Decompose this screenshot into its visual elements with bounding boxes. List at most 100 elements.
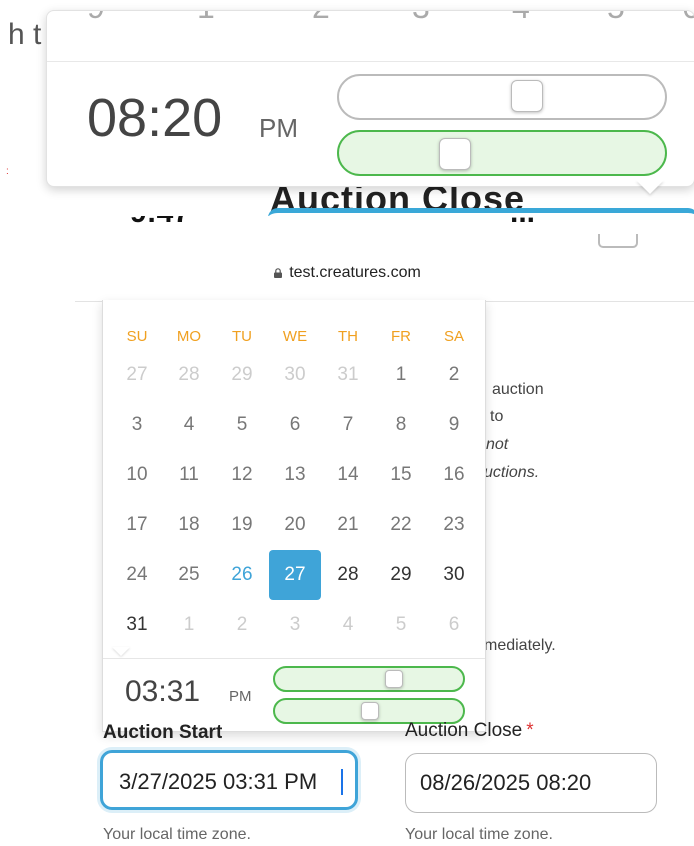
mobile-browser-screen: 9:47 ... test.creatures.com auction to n… bbox=[0, 216, 694, 846]
day-cell[interactable]: 28 bbox=[329, 550, 367, 600]
auction-close-label-wrap: Auction Close * bbox=[405, 720, 534, 746]
partial-day-cell: 9 bbox=[87, 11, 105, 26]
partial-day-cell: 4 bbox=[512, 11, 530, 26]
day-cell[interactable]: 27 bbox=[269, 550, 321, 600]
day-cell[interactable]: 5 bbox=[223, 400, 261, 450]
battery-icon bbox=[598, 234, 638, 248]
popup-divider bbox=[103, 658, 485, 659]
minute-slider-thumb[interactable] bbox=[439, 138, 471, 170]
day-cell[interactable]: 4 bbox=[170, 400, 208, 450]
day-cell[interactable]: 9 bbox=[435, 400, 473, 450]
day-cell[interactable]: 23 bbox=[435, 500, 473, 550]
day-cell[interactable]: 3 bbox=[276, 600, 314, 650]
day-cell[interactable]: 22 bbox=[382, 500, 420, 550]
auction-start-label: Auction Start bbox=[103, 722, 223, 738]
weekday-mo: MO bbox=[176, 328, 202, 345]
description-fragment: not bbox=[486, 436, 509, 453]
popup-arrow bbox=[112, 647, 130, 656]
weekday-sa: SA bbox=[443, 328, 464, 345]
day-cell[interactable]: 26 bbox=[223, 550, 261, 600]
time-picker-popup-zoomed: 9 1 2 3 4 5 6 08:20 PM bbox=[46, 10, 694, 187]
weekday-header: SU MO TU WE TH FR SA bbox=[111, 328, 479, 348]
description-fragment: mediately. bbox=[484, 637, 556, 654]
day-cell[interactable]: 28 bbox=[170, 350, 208, 400]
partial-day-cell: 6 bbox=[682, 11, 694, 26]
text-caret bbox=[341, 769, 343, 795]
day-cell[interactable]: 19 bbox=[223, 500, 261, 550]
auction-close-input[interactable]: 08/26/2025 08:20 bbox=[405, 753, 657, 813]
auction-start-value: 3/27/2025 03:31 PM bbox=[119, 769, 318, 794]
day-cell[interactable]: 30 bbox=[276, 350, 314, 400]
popup-arrow bbox=[636, 180, 664, 194]
day-cell[interactable]: 29 bbox=[223, 350, 261, 400]
day-cell[interactable]: 1 bbox=[170, 600, 208, 650]
partial-day-cell: 2 bbox=[312, 11, 330, 26]
description-fragment: auction bbox=[492, 381, 544, 398]
weekday-tu: TU bbox=[232, 328, 252, 345]
weekday-su: SU bbox=[126, 328, 148, 345]
weekday-th: TH bbox=[338, 328, 358, 345]
url-text: test.creatures.com bbox=[289, 264, 421, 281]
status-signal-icon: ... bbox=[510, 216, 535, 230]
day-cell[interactable]: 5 bbox=[382, 600, 420, 650]
close-timezone-hint: Your local time zone. bbox=[405, 826, 553, 843]
description-fragment: uctions. bbox=[484, 464, 540, 481]
day-cell[interactable]: 8 bbox=[382, 400, 420, 450]
day-cell[interactable]: 6 bbox=[276, 400, 314, 450]
lock-icon bbox=[274, 268, 283, 278]
start-timezone-hint: Your local time zone. bbox=[103, 826, 251, 843]
background-text-fragment: h t bbox=[8, 18, 42, 51]
day-cell[interactable]: 21 bbox=[329, 500, 367, 550]
date-time-picker-popup: SU MO TU WE TH FR SA 27 28 29 30 31 1 2 3 4 5 6 7 8 9 10 11 12… bbox=[102, 300, 486, 732]
day-cell[interactable]: 1 bbox=[382, 350, 420, 400]
day-cell[interactable]: 24 bbox=[118, 550, 156, 600]
popup-divider bbox=[47, 61, 694, 62]
partial-day-cell: 5 bbox=[607, 11, 625, 26]
day-cell[interactable]: 2 bbox=[435, 350, 473, 400]
day-cell[interactable]: 3 bbox=[118, 400, 156, 450]
minute-slider[interactable] bbox=[337, 130, 667, 176]
day-cell[interactable]: 11 bbox=[170, 450, 208, 500]
ampm-label: PM bbox=[259, 113, 298, 143]
day-cell[interactable]: 31 bbox=[118, 600, 156, 650]
auction-close-value: 08/26/2025 08:20 bbox=[420, 770, 592, 795]
day-cell[interactable]: 12 bbox=[223, 450, 261, 500]
hour-slider[interactable] bbox=[273, 666, 465, 692]
day-cell[interactable]: 2 bbox=[223, 600, 261, 650]
hour-slider[interactable] bbox=[337, 74, 667, 120]
hour-slider-thumb[interactable] bbox=[385, 670, 403, 688]
hour-slider-thumb[interactable] bbox=[511, 80, 543, 112]
zoomed-time-picker-crop: h t : Auction Close 9123456 08:20 PM bbox=[0, 0, 694, 216]
day-cell[interactable]: 29 bbox=[382, 550, 420, 600]
partial-day-cell: 3 bbox=[412, 11, 430, 26]
ampm-label: PM bbox=[229, 688, 252, 705]
auction-start-input[interactable]: 3/27/2025 03:31 PM bbox=[100, 750, 358, 810]
day-cell[interactable]: 7 bbox=[329, 400, 367, 450]
close-field-edge-fragment bbox=[268, 208, 694, 216]
url-bar[interactable]: test.creatures.com bbox=[0, 264, 694, 290]
required-asterisk: * bbox=[526, 720, 534, 741]
day-cell[interactable]: 31 bbox=[329, 350, 367, 400]
day-cell[interactable]: 6 bbox=[435, 600, 473, 650]
day-cell[interactable]: 4 bbox=[329, 600, 367, 650]
day-cell[interactable]: 10 bbox=[118, 450, 156, 500]
day-cell[interactable]: 14 bbox=[329, 450, 367, 500]
weekday-fr: FR bbox=[391, 328, 411, 345]
time-display: 03:31 bbox=[125, 675, 201, 708]
required-mark-fragment: : bbox=[6, 166, 9, 177]
day-cell[interactable]: 13 bbox=[276, 450, 314, 500]
status-bar: 9:47 ... bbox=[0, 216, 694, 250]
weekday-we: WE bbox=[282, 328, 308, 345]
day-cell[interactable]: 15 bbox=[382, 450, 420, 500]
day-cell[interactable]: 30 bbox=[435, 550, 473, 600]
minute-slider-thumb[interactable] bbox=[361, 702, 379, 720]
description-fragment: to bbox=[490, 408, 504, 425]
auction-close-label: Auction Close bbox=[405, 720, 523, 741]
day-cell[interactable]: 25 bbox=[170, 550, 208, 600]
day-cell[interactable]: 20 bbox=[276, 500, 314, 550]
day-cell[interactable]: 18 bbox=[170, 500, 208, 550]
day-cell[interactable]: 16 bbox=[435, 450, 473, 500]
partial-day-cell: 1 bbox=[197, 11, 215, 26]
day-cell[interactable]: 27 bbox=[118, 350, 156, 400]
day-cell[interactable]: 17 bbox=[118, 500, 156, 550]
